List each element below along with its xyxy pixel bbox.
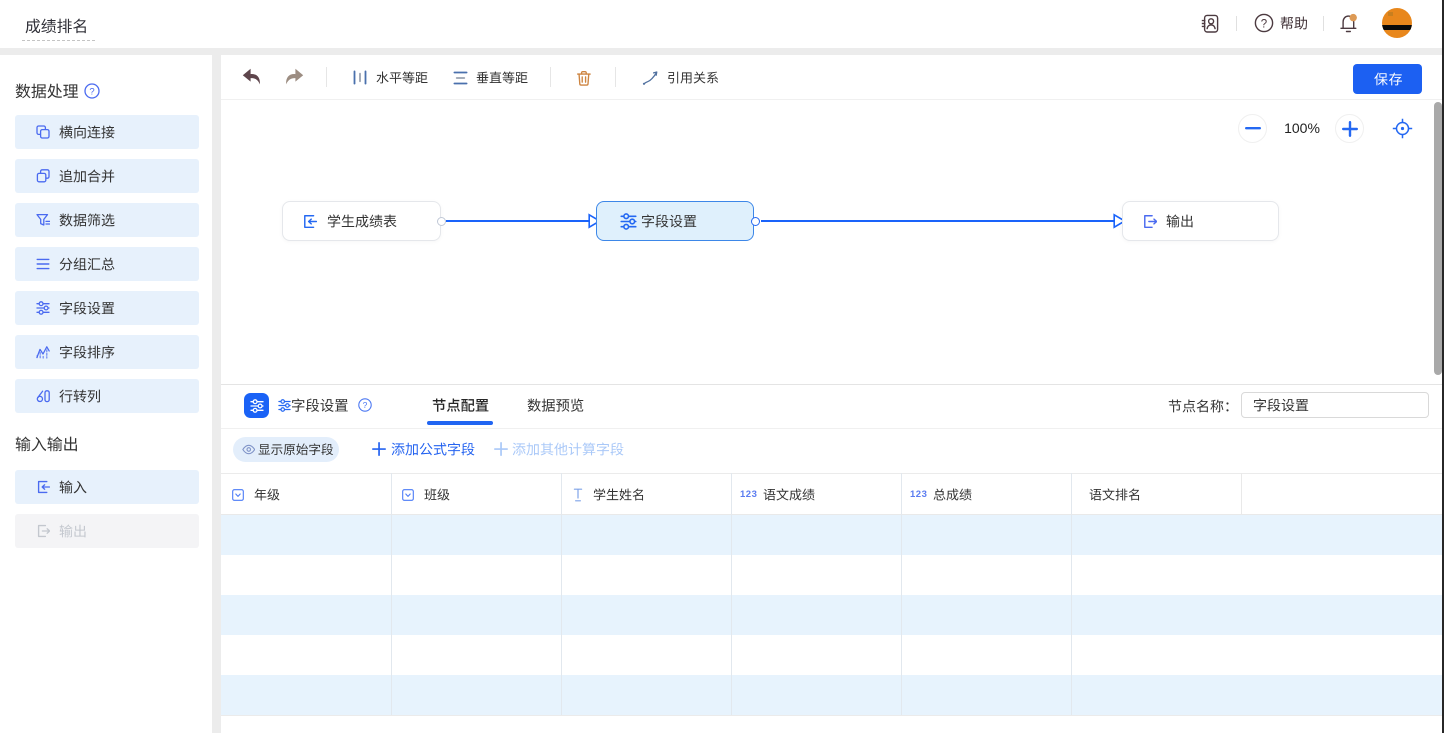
svg-text:?: ? bbox=[363, 400, 368, 410]
svg-text:?: ? bbox=[1261, 18, 1267, 30]
svg-text:?: ? bbox=[89, 87, 94, 98]
